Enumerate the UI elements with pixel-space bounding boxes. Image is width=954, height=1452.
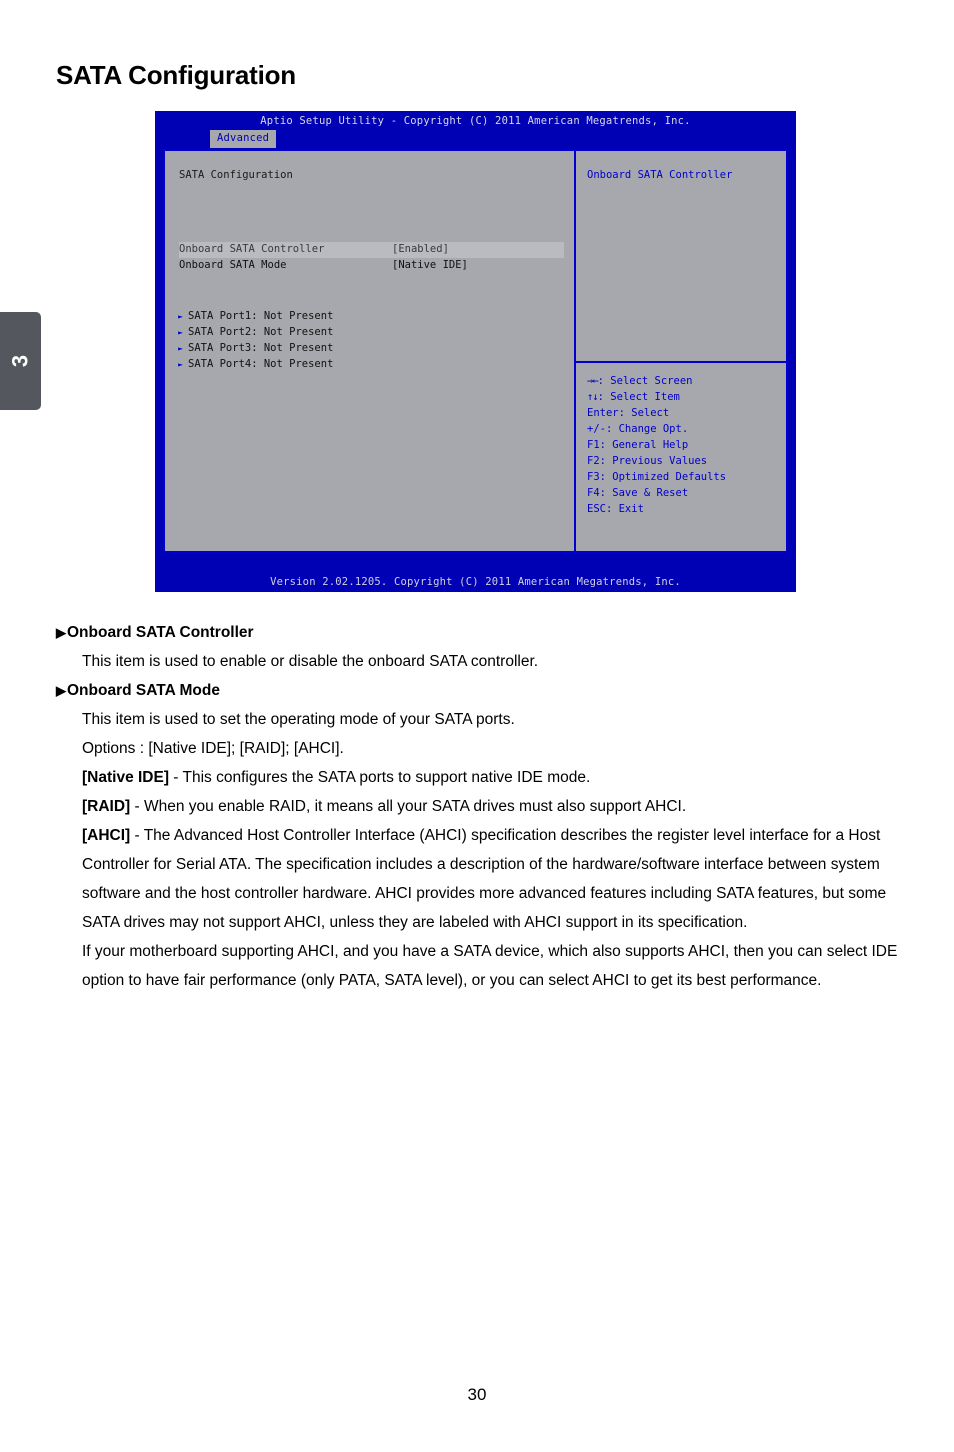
page-number: 30 [467,1385,487,1404]
bios-footer: Version 2.02.1205. Copyright (C) 2011 Am… [270,576,681,588]
port-row[interactable]: ► SATA Port4: Not Present [173,357,333,373]
arrow-up-down-icon: ↑↓ [587,391,599,403]
port-label: SATA Port3: Not Present [188,342,334,355]
option-value: [Enabled] [392,243,449,256]
desc-raid: [RAID] - When you enable RAID, it means … [56,792,906,821]
chapter-number: 3 [7,354,33,368]
triangle-right-icon: ► [178,328,183,337]
label-native-ide: [Native IDE] [82,769,169,786]
heading-text: Onboard SATA Controller [67,624,254,641]
options-line: Options : [Native IDE]; [RAID]; [AHCI]. [82,740,344,757]
bios-body: SATA Configuration Onboard SATA Controll… [163,149,788,553]
triangle-right-icon: ► [178,312,183,321]
content-body: ▶Onboard SATA Controller This item is us… [56,618,906,995]
bios-option-list: Onboard SATA Controller [Enabled] Onboar… [179,242,564,274]
port-row[interactable]: ► SATA Port1: Not Present [173,309,333,325]
arrow-left-right-icon: →← [587,375,599,387]
port-label: SATA Port1: Not Present [188,310,334,323]
label-ahci: [AHCI] [82,827,131,844]
key-legend-text: : Select Item [597,391,680,403]
key-legend-row: F1: General Help [587,439,689,451]
key-legend-row: ↑↓: Select Item [587,389,726,405]
key-legend-row: F2: Previous Values [587,455,708,467]
bios-screenshot: Aptio Setup Utility - Copyright (C) 2011… [155,111,796,592]
triangle-right-icon: ▶ [56,683,66,698]
text-native-ide: - This configures the SATA ports to supp… [169,769,591,786]
port-row[interactable]: ► SATA Port3: Not Present [173,341,333,357]
help-title: Onboard SATA Controller [587,169,733,181]
key-legend-row: →←: Select Screen [587,373,726,389]
port-label: SATA Port4: Not Present [188,358,334,371]
port-label: SATA Port2: Not Present [188,326,334,339]
key-legend-row: F3: Optimized Defaults [587,471,727,483]
text-ahci: - The Advanced Host Controller Interface… [82,827,887,931]
desc-onboard-sata-mode: This item is used to set the operating m… [82,711,515,728]
key-legend-text: : Select Screen [597,375,693,387]
key-legend-row: F4: Save & Reset [587,487,689,499]
desc-ahci: [AHCI] - The Advanced Host Controller In… [56,821,906,937]
port-row[interactable]: ► SATA Port2: Not Present [173,325,333,341]
key-legend-row: Enter: Select [587,407,670,419]
bios-key-legend: →←: Select Screen ↑↓: Select Item Enter:… [587,373,726,517]
triangle-right-icon: ► [178,344,183,353]
help-divider [576,361,786,363]
bios-port-list: ► SATA Port1: Not Present ► SATA Port2: … [173,309,333,373]
tab-advanced[interactable]: Advanced [210,130,277,149]
bios-menubar: Advanced [155,130,796,149]
closing-paragraph: If your motherboard supporting AHCI, and… [82,943,898,989]
chapter-tab: 3 [0,312,41,410]
label-raid: [RAID] [82,798,131,815]
page-title: SATA Configuration [56,60,296,90]
bios-section-title: SATA Configuration [179,169,293,181]
text-raid: - When you enable RAID, it means all you… [130,798,687,815]
desc-native-ide: [Native IDE] - This configures the SATA … [56,763,906,792]
heading-text: Onboard SATA Mode [67,682,220,699]
bios-titlebar: Aptio Setup Utility - Copyright (C) 2011… [260,115,691,127]
bios-settings-pane: SATA Configuration Onboard SATA Controll… [165,151,574,551]
heading-onboard-sata-mode: ▶Onboard SATA Mode [56,676,906,705]
key-legend-row: ESC: Exit [587,503,644,515]
bios-help-pane: Onboard SATA Controller →←: Select Scree… [574,151,786,551]
desc-onboard-sata-controller: This item is used to enable or disable t… [82,653,539,670]
triangle-right-icon: ▶ [56,625,66,640]
key-legend-row: +/-: Change Opt. [587,423,689,435]
option-row-onboard-sata-mode[interactable]: Onboard SATA Mode [Native IDE] [179,258,564,274]
option-row-onboard-sata-controller[interactable]: Onboard SATA Controller [Enabled] [179,242,564,258]
option-label: Onboard SATA Controller [179,243,325,256]
triangle-right-icon: ► [178,360,183,369]
option-value: [Native IDE] [392,259,468,272]
heading-onboard-sata-controller: ▶Onboard SATA Controller [56,618,906,647]
option-label: Onboard SATA Mode [179,259,287,272]
